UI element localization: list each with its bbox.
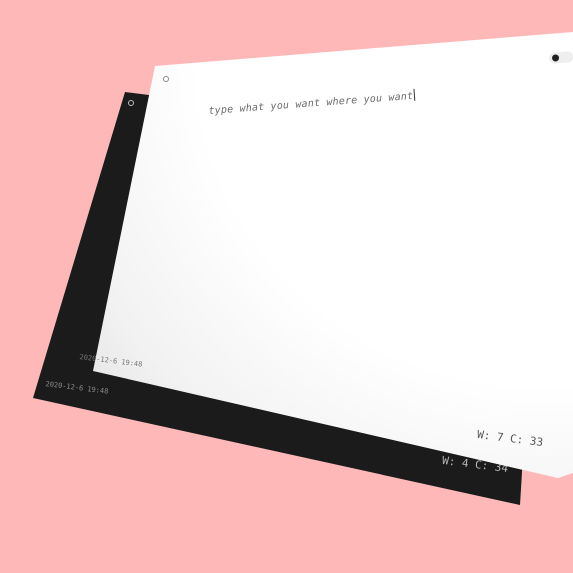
theme-toggle-icon[interactable] <box>548 50 573 65</box>
gear-icon[interactable] <box>163 76 169 82</box>
toggle-knob <box>551 54 560 62</box>
stage: 2020-12-6 19:48 W: 4 C: 34 type what you… <box>0 0 573 573</box>
gear-icon[interactable] <box>128 100 134 106</box>
